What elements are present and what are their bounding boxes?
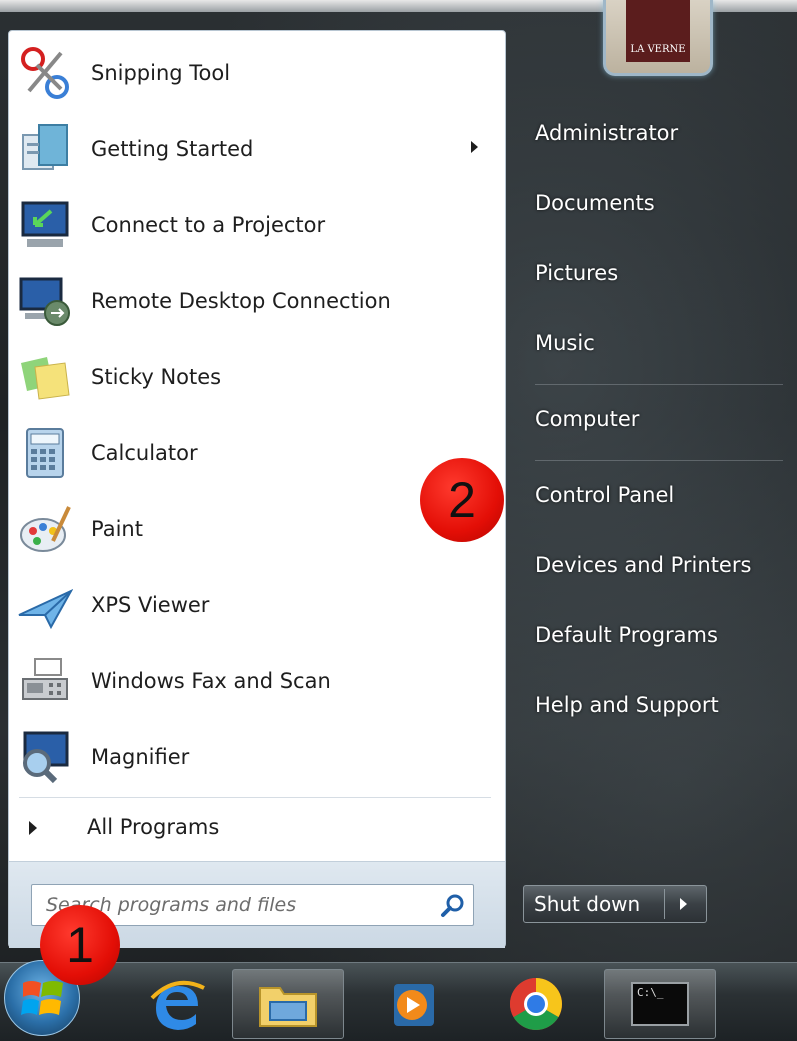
all-programs-button[interactable]: All Programs bbox=[9, 801, 505, 857]
sticky-notes-icon bbox=[15, 347, 75, 407]
link-pictures[interactable]: Pictures bbox=[535, 261, 618, 285]
program-label: Calculator bbox=[91, 441, 198, 465]
link-administrator[interactable]: Administrator bbox=[535, 121, 678, 145]
program-label: Connect to a Projector bbox=[91, 213, 326, 237]
program-label: Sticky Notes bbox=[91, 365, 222, 389]
link-devices-and-printers[interactable]: Devices and Printers bbox=[535, 553, 751, 577]
taskbar-windows-explorer[interactable] bbox=[232, 969, 344, 1039]
link-default-programs[interactable]: Default Programs bbox=[535, 623, 718, 647]
program-xps-viewer[interactable]: XPS Viewer bbox=[9, 567, 505, 643]
chrome-icon bbox=[510, 978, 562, 1030]
calculator-icon bbox=[15, 423, 75, 483]
taskbar-google-chrome[interactable] bbox=[480, 969, 592, 1039]
program-label: Snipping Tool bbox=[91, 61, 231, 85]
folder-icon bbox=[259, 987, 317, 1027]
taskbar-internet-explorer[interactable] bbox=[122, 969, 234, 1039]
shutdown-button[interactable]: Shut down bbox=[523, 885, 707, 923]
windows-logo-icon bbox=[21, 981, 63, 1015]
callout-number: 2 bbox=[448, 472, 476, 528]
command-prompt-icon: C:\_ bbox=[631, 982, 689, 1026]
search-icon[interactable] bbox=[440, 893, 466, 919]
projector-icon bbox=[15, 195, 75, 255]
program-label: Getting Started bbox=[91, 137, 254, 161]
getting-started-icon bbox=[15, 119, 75, 179]
callout-marker-1: 1 bbox=[40, 905, 120, 985]
shutdown-label: Shut down bbox=[534, 892, 641, 916]
expand-arrow-icon bbox=[29, 821, 37, 835]
program-remote-desktop[interactable]: Remote Desktop Connection bbox=[9, 263, 505, 339]
callout-marker-2: 2 bbox=[420, 458, 504, 542]
shutdown-options-arrow-icon[interactable] bbox=[680, 898, 687, 910]
program-connect-to-projector[interactable]: Connect to a Projector bbox=[9, 187, 505, 263]
link-computer[interactable]: Computer bbox=[535, 407, 639, 431]
link-music[interactable]: Music bbox=[535, 331, 595, 355]
link-documents[interactable]: Documents bbox=[535, 191, 655, 215]
all-programs-label: All Programs bbox=[87, 815, 220, 839]
taskbar-command-prompt[interactable]: C:\_ bbox=[604, 969, 716, 1039]
program-label: XPS Viewer bbox=[91, 593, 210, 617]
program-sticky-notes[interactable]: Sticky Notes bbox=[9, 339, 505, 415]
media-player-icon bbox=[394, 984, 434, 1026]
user-account-picture[interactable]: LA VERNE bbox=[603, 0, 713, 76]
callout-number: 1 bbox=[66, 917, 94, 973]
magnifier-icon bbox=[15, 727, 75, 787]
link-control-panel[interactable]: Control Panel bbox=[535, 483, 674, 507]
user-picture-text: LA VERNE bbox=[630, 44, 686, 55]
divider bbox=[535, 384, 783, 385]
program-magnifier[interactable]: Magnifier bbox=[9, 719, 505, 795]
divider bbox=[19, 797, 491, 798]
divider bbox=[535, 460, 783, 461]
taskbar-media-player[interactable] bbox=[356, 969, 468, 1039]
link-help-and-support[interactable]: Help and Support bbox=[535, 693, 719, 717]
divider bbox=[664, 889, 665, 919]
program-snipping-tool[interactable]: Snipping Tool bbox=[9, 35, 505, 111]
remote-desktop-icon bbox=[15, 271, 75, 331]
submenu-arrow-icon[interactable] bbox=[471, 141, 478, 153]
program-label: Paint bbox=[91, 517, 143, 541]
cmd-icon-text: C:\_ bbox=[637, 986, 664, 999]
fax-machine-icon bbox=[15, 651, 75, 711]
program-label: Remote Desktop Connection bbox=[91, 289, 391, 313]
paint-palette-icon bbox=[15, 499, 75, 559]
program-windows-fax-and-scan[interactable]: Windows Fax and Scan bbox=[9, 643, 505, 719]
program-label: Windows Fax and Scan bbox=[91, 669, 331, 693]
program-label: Magnifier bbox=[91, 745, 190, 769]
taskbar: C:\_ bbox=[0, 962, 797, 1041]
paper-plane-icon bbox=[15, 575, 75, 635]
internet-explorer-icon bbox=[150, 980, 205, 1030]
program-getting-started[interactable]: Getting Started bbox=[9, 111, 505, 187]
scissors-icon bbox=[15, 43, 75, 103]
